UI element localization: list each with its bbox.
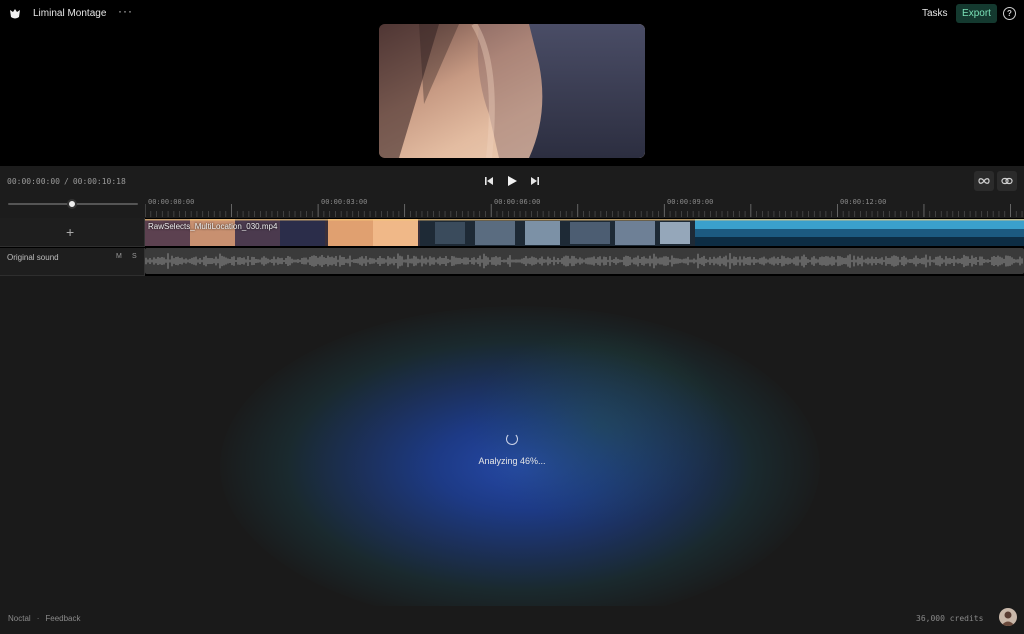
mute-button[interactable]: M bbox=[116, 253, 122, 260]
ruler-label: 00:00:00:00 bbox=[148, 198, 195, 206]
audio-waveform bbox=[145, 253, 1023, 269]
preview-frame-image bbox=[379, 24, 645, 158]
export-button[interactable]: Export bbox=[956, 4, 997, 23]
credits-balance: 36,000 credits bbox=[916, 614, 984, 623]
play-icon[interactable] bbox=[505, 174, 519, 188]
total-time: 00:00:10:18 bbox=[72, 177, 126, 186]
ruler-ticks bbox=[144, 204, 1023, 217]
tasks-button[interactable]: Tasks bbox=[916, 6, 954, 21]
timecode-display: 00:00:00:00/00:00:10:18 bbox=[7, 177, 126, 186]
add-track-icon[interactable]: + bbox=[66, 224, 74, 240]
footer: Noctal · Feedback 36,000 credits bbox=[0, 606, 1024, 634]
feedback-link[interactable]: Feedback bbox=[45, 614, 80, 623]
zoom-slider-thumb[interactable] bbox=[67, 199, 77, 209]
footer-dot: · bbox=[36, 614, 40, 623]
skip-forward-icon[interactable] bbox=[528, 174, 542, 188]
brand-link[interactable]: Noctal bbox=[8, 614, 31, 623]
transport-bar: 00:00:00:00/00:00:10:18 bbox=[0, 166, 1024, 196]
video-track-header: + bbox=[0, 218, 145, 247]
footer-links: Noctal · Feedback bbox=[8, 614, 87, 623]
ruler-label: 00:00:06:00 bbox=[494, 198, 541, 206]
project-title[interactable]: Liminal Montage bbox=[33, 8, 106, 19]
app-logo-icon[interactable] bbox=[8, 7, 22, 21]
ruler-label: 00:00:12:00 bbox=[840, 198, 887, 206]
clip-name: RawSelects_MultiLocation_030.mp4 bbox=[148, 222, 278, 231]
ruler-label: 00:00:09:00 bbox=[667, 198, 714, 206]
help-icon[interactable]: ? bbox=[1003, 7, 1016, 20]
audio-track-label: Original sound bbox=[7, 253, 59, 262]
ruler-label: 00:00:03:00 bbox=[321, 198, 368, 206]
link-icon[interactable] bbox=[997, 171, 1017, 191]
audio-clip[interactable] bbox=[145, 248, 1024, 274]
timeline-ruler-row: 00:00:00:00 00:00:03:00 00:00:06:00 00:0… bbox=[0, 196, 1024, 218]
video-preview[interactable] bbox=[379, 24, 645, 158]
loading-spinner-icon bbox=[506, 433, 518, 445]
analysis-workspace: Analyzing 46%... bbox=[0, 276, 1024, 606]
video-clip[interactable]: RawSelects_MultiLocation_030.mp4 bbox=[145, 219, 1024, 246]
analysis-glow-accent bbox=[470, 326, 730, 526]
skip-back-icon[interactable] bbox=[482, 174, 496, 188]
solo-button[interactable]: S bbox=[132, 253, 137, 260]
time-separator: / bbox=[63, 177, 69, 186]
analyzing-status: Analyzing 46%... bbox=[478, 456, 546, 466]
user-avatar[interactable] bbox=[999, 608, 1017, 626]
timeline-ruler[interactable]: 00:00:00:00 00:00:03:00 00:00:06:00 00:0… bbox=[144, 196, 1024, 218]
audio-track-header: Original sound M S bbox=[0, 248, 145, 276]
current-time: 00:00:00:00 bbox=[7, 177, 60, 186]
infinity-loop-icon[interactable] bbox=[974, 171, 994, 191]
more-horizontal-icon[interactable]: ··· bbox=[118, 4, 133, 18]
